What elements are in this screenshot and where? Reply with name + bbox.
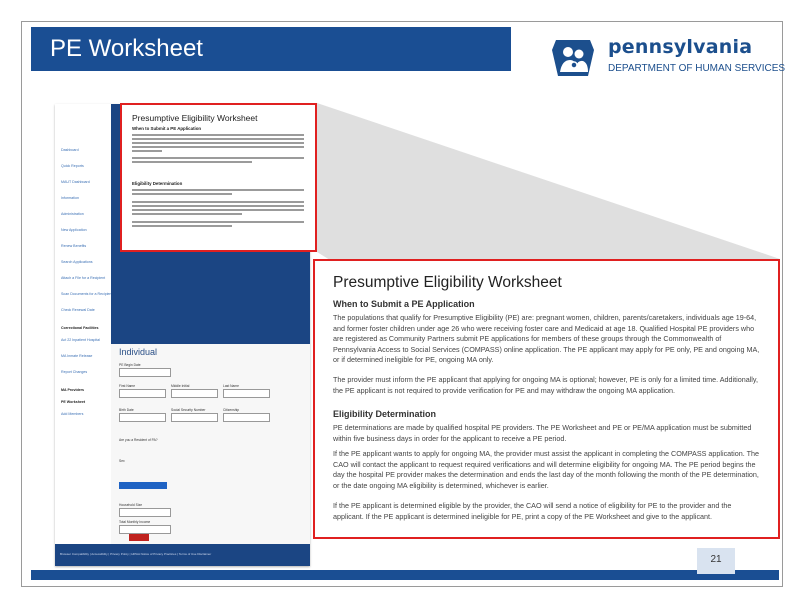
text-line	[132, 221, 304, 223]
field-label: PE Begin Date	[119, 363, 141, 367]
text-line	[132, 209, 304, 211]
field-label: Last Name	[223, 384, 239, 388]
zoom-paragraph-3: PE determinations are made by qualified …	[333, 423, 752, 443]
sidebar-item: Scan Documents for a Recipient	[61, 292, 113, 296]
birth-date-input	[119, 413, 166, 422]
field-label: Total Monthly Income	[119, 520, 151, 524]
small-box-heading-1: When to Submit a PE Application	[132, 126, 202, 131]
middle-initial-input	[171, 389, 218, 398]
zoom-heading-when-to-submit: When to Submit a PE Application	[333, 299, 475, 309]
sidebar-item: Quick Reports	[61, 164, 84, 168]
sidebar-item: Report Changes	[61, 370, 88, 374]
text-line	[132, 146, 304, 148]
sidebar-section: MA Providers	[61, 388, 85, 392]
citizenship-select	[223, 413, 270, 422]
sidebar-item: Add Members	[61, 412, 84, 416]
text-line	[132, 142, 304, 144]
field-label: Middle Initial	[171, 384, 190, 388]
text-line	[132, 193, 232, 195]
field-label: Sex	[119, 459, 125, 463]
sidebar-item: Attach a File for a Recipient	[61, 276, 106, 280]
zoom-paragraph-1: The populations that qualify for Presump…	[333, 313, 760, 364]
field-label: Citizenship	[223, 408, 240, 412]
zoom-paragraph-4: If the PE applicant wants to apply for o…	[333, 449, 760, 490]
text-line	[132, 201, 304, 203]
small-box-heading-2: Eligibility Determination	[132, 181, 183, 186]
sidebar-item: New Application	[61, 228, 87, 232]
text-line	[132, 157, 304, 159]
highlight-box-small: Presumptive Eligibility Worksheet When t…	[120, 103, 317, 252]
zoom-heading-eligibility: Eligibility Determination	[333, 409, 437, 419]
sidebar-item: Check Renewal Date	[61, 308, 95, 312]
screenshot-form: Individual PE Begin Date First Name Midd…	[111, 344, 310, 544]
ssn-input	[171, 413, 218, 422]
sidebar-item: Information	[61, 196, 79, 200]
zoom-paragraph-5: If the PE applicant is determined eligib…	[333, 501, 732, 521]
last-name-input	[223, 389, 270, 398]
sidebar-item: MA Inmate Release	[61, 354, 93, 358]
screenshot-sidebar: Dashboard Quick Reports MAUT Dashboard I…	[55, 104, 113, 544]
submit-button	[129, 534, 149, 541]
text-line	[132, 138, 304, 140]
text-line	[132, 161, 252, 163]
field-label: Social Security Number	[171, 408, 206, 412]
footer-links: Browser Compatibility | Accessibility | …	[60, 552, 212, 556]
field-label: Household Size	[119, 503, 143, 507]
first-name-input	[119, 389, 166, 398]
text-line	[132, 205, 304, 207]
text-line	[132, 134, 304, 136]
page-number: 21	[710, 554, 722, 565]
zoom-paragraph-2: The provider must inform the PE applican…	[333, 375, 758, 395]
pe-begin-date-input	[119, 368, 171, 377]
sidebar-item: Act 22 Inpatient Hospital	[61, 338, 100, 342]
bottom-bar	[31, 570, 779, 580]
screenshot-footer: Browser Compatibility | Accessibility | …	[55, 544, 310, 566]
sidebar-item: MAUT Dashboard	[61, 180, 90, 184]
sidebar-section: Correctional Facilities	[61, 326, 99, 330]
sidebar-item: Renew Benefits	[61, 244, 87, 248]
text-line	[132, 189, 304, 191]
sidebar-item: Search Applications	[61, 260, 93, 264]
text-line	[132, 150, 162, 152]
field-label: First Name	[119, 384, 136, 388]
monthly-income-input	[119, 525, 171, 534]
sidebar-item: Dashboard	[61, 148, 79, 152]
field-label: Birth Date	[119, 408, 134, 412]
sidebar-item-pe-worksheet: PE Worksheet	[61, 400, 86, 404]
small-box-title: Presumptive Eligibility Worksheet	[132, 113, 258, 123]
form-heading: Individual	[119, 347, 158, 357]
text-line	[132, 225, 232, 227]
text-line	[132, 213, 242, 215]
page-number-box: 21	[697, 548, 735, 574]
household-size-select	[119, 508, 171, 517]
highlight-box-zoomed: Presumptive Eligibility Worksheet When t…	[313, 259, 780, 539]
sidebar-item: Administration	[61, 212, 84, 216]
zoom-title: Presumptive Eligibility Worksheet	[333, 274, 562, 291]
field-label: Are you a Resident of PA?	[119, 438, 158, 442]
add-applicant-button	[119, 482, 167, 489]
